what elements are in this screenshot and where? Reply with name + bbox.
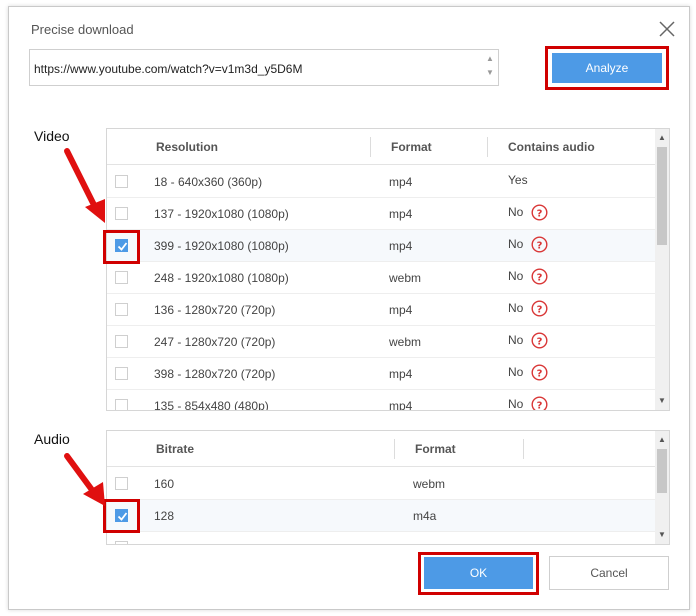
header-contains-audio[interactable]: Contains audio bbox=[508, 140, 595, 154]
column-separator bbox=[394, 439, 395, 459]
dialog-title: Precise download bbox=[31, 22, 134, 37]
resolution-cell: 248 - 1920x1080 (1080p) bbox=[154, 271, 289, 285]
format-cell: webm bbox=[389, 271, 422, 285]
video-table-header: Resolution Format Contains audio bbox=[107, 129, 655, 165]
table-row[interactable]: 248 - 1920x1080 (1080p) webm No? bbox=[107, 262, 655, 294]
scroll-up-icon[interactable]: ▲ bbox=[655, 433, 669, 447]
column-separator bbox=[370, 137, 371, 157]
resolution-cell: 137 - 1920x1080 (1080p) bbox=[154, 207, 289, 221]
header-resolution[interactable]: Resolution bbox=[156, 140, 218, 154]
table-row[interactable]: 135 - 854x480 (480p) mp4 No? bbox=[107, 390, 655, 411]
precise-download-dialog: Precise download ▲ ▼ Analyze Video Resol… bbox=[8, 6, 690, 610]
svg-text:?: ? bbox=[537, 336, 543, 347]
pointer-arrow-icon bbox=[64, 148, 105, 223]
format-cell: mp4 bbox=[389, 399, 413, 411]
row-checkbox[interactable] bbox=[115, 207, 128, 220]
format-cell: webm bbox=[389, 335, 422, 349]
contains-audio-cell: Yes bbox=[508, 173, 528, 187]
audio-table: Bitrate Format 160 webm 128 m4a ▲ ▼ bbox=[106, 430, 670, 545]
scroll-up-icon[interactable]: ▲ bbox=[655, 131, 669, 145]
svg-text:?: ? bbox=[537, 272, 543, 283]
column-separator bbox=[523, 439, 524, 459]
table-row[interactable]: 136 - 1280x720 (720p) mp4 No? bbox=[107, 294, 655, 326]
svg-text:?: ? bbox=[537, 400, 543, 411]
table-row[interactable] bbox=[107, 532, 655, 544]
resolution-cell: 398 - 1280x720 (720p) bbox=[154, 367, 276, 381]
row-checkbox[interactable] bbox=[115, 399, 128, 410]
video-checkbox-highlight bbox=[103, 230, 140, 264]
svg-text:?: ? bbox=[537, 208, 543, 219]
close-icon[interactable] bbox=[657, 19, 677, 39]
resolution-cell: 135 - 854x480 (480p) bbox=[154, 399, 269, 411]
audio-scrollbar[interactable]: ▲ ▼ bbox=[655, 431, 669, 544]
row-checkbox[interactable] bbox=[115, 271, 128, 284]
table-row[interactable]: 128 m4a bbox=[107, 500, 655, 532]
scroll-up-icon[interactable]: ▲ bbox=[484, 52, 496, 66]
format-cell: mp4 bbox=[389, 303, 413, 317]
format-cell: webm bbox=[413, 477, 446, 491]
url-scrollbar[interactable]: ▲ ▼ bbox=[484, 52, 496, 84]
contains-audio-cell: No bbox=[508, 237, 524, 251]
video-section-label: Video bbox=[34, 128, 70, 144]
contains-audio-cell: No bbox=[508, 397, 524, 411]
scroll-down-icon[interactable]: ▼ bbox=[655, 394, 669, 408]
row-checkbox[interactable] bbox=[115, 335, 128, 348]
table-row[interactable]: 160 webm bbox=[107, 468, 655, 500]
ok-button[interactable]: OK bbox=[424, 557, 533, 589]
format-cell: mp4 bbox=[389, 367, 413, 381]
row-checkbox[interactable] bbox=[115, 303, 128, 316]
table-row[interactable]: 399 - 1920x1080 (1080p) mp4 No? bbox=[107, 230, 655, 262]
resolution-cell: 18 - 640x360 (360p) bbox=[154, 175, 263, 189]
resolution-cell: 136 - 1280x720 (720p) bbox=[154, 303, 276, 317]
analyze-button[interactable]: Analyze bbox=[552, 53, 662, 83]
video-table: Resolution Format Contains audio 18 - 64… bbox=[106, 128, 670, 411]
url-input[interactable] bbox=[30, 50, 482, 85]
contains-audio-cell: No bbox=[508, 301, 524, 315]
column-separator bbox=[487, 137, 488, 157]
header-format[interactable]: Format bbox=[391, 140, 432, 154]
contains-audio-cell: No bbox=[508, 333, 524, 347]
resolution-cell: 399 - 1920x1080 (1080p) bbox=[154, 239, 289, 253]
help-icon[interactable]: ? bbox=[531, 396, 548, 411]
audio-section-label: Audio bbox=[34, 431, 70, 447]
format-cell: m4a bbox=[413, 509, 437, 523]
row-checkbox[interactable] bbox=[115, 367, 128, 380]
format-cell: mp4 bbox=[389, 207, 413, 221]
svg-text:?: ? bbox=[537, 240, 543, 251]
row-checkbox[interactable] bbox=[115, 477, 128, 490]
audio-table-header: Bitrate Format bbox=[107, 431, 655, 467]
table-row[interactable]: 398 - 1280x720 (720p) mp4 No? bbox=[107, 358, 655, 390]
scroll-down-icon[interactable]: ▼ bbox=[484, 66, 496, 80]
header-bitrate[interactable]: Bitrate bbox=[156, 442, 194, 456]
scroll-down-icon[interactable]: ▼ bbox=[655, 528, 669, 542]
help-icon[interactable]: ? bbox=[531, 268, 548, 285]
bitrate-cell: 160 bbox=[154, 477, 175, 491]
scrollbar-thumb[interactable] bbox=[657, 449, 667, 493]
help-icon[interactable]: ? bbox=[531, 364, 548, 381]
video-scrollbar[interactable]: ▲ ▼ bbox=[655, 129, 669, 410]
svg-text:?: ? bbox=[537, 368, 543, 379]
format-cell: mp4 bbox=[389, 239, 413, 253]
scrollbar-thumb[interactable] bbox=[657, 147, 667, 245]
contains-audio-cell: No bbox=[508, 205, 524, 219]
table-row[interactable]: 137 - 1920x1080 (1080p) mp4 No? bbox=[107, 198, 655, 230]
header-format[interactable]: Format bbox=[415, 442, 456, 456]
help-icon[interactable]: ? bbox=[531, 204, 548, 221]
url-field[interactable]: ▲ ▼ bbox=[29, 49, 499, 86]
help-icon[interactable]: ? bbox=[531, 300, 548, 317]
pointer-arrow-icon bbox=[64, 453, 105, 506]
cancel-button[interactable]: Cancel bbox=[549, 556, 669, 590]
contains-audio-cell: No bbox=[508, 365, 524, 379]
table-row[interactable]: 247 - 1280x720 (720p) webm No? bbox=[107, 326, 655, 358]
bitrate-cell: 128 bbox=[154, 509, 175, 523]
row-checkbox[interactable] bbox=[115, 541, 128, 544]
help-icon[interactable]: ? bbox=[531, 332, 548, 349]
table-row[interactable]: 18 - 640x360 (360p) mp4 Yes bbox=[107, 166, 655, 198]
help-icon[interactable]: ? bbox=[531, 236, 548, 253]
format-cell: mp4 bbox=[389, 175, 413, 189]
resolution-cell: 247 - 1280x720 (720p) bbox=[154, 335, 276, 349]
contains-audio-cell: No bbox=[508, 269, 524, 283]
row-checkbox[interactable] bbox=[115, 175, 128, 188]
svg-text:?: ? bbox=[537, 304, 543, 315]
